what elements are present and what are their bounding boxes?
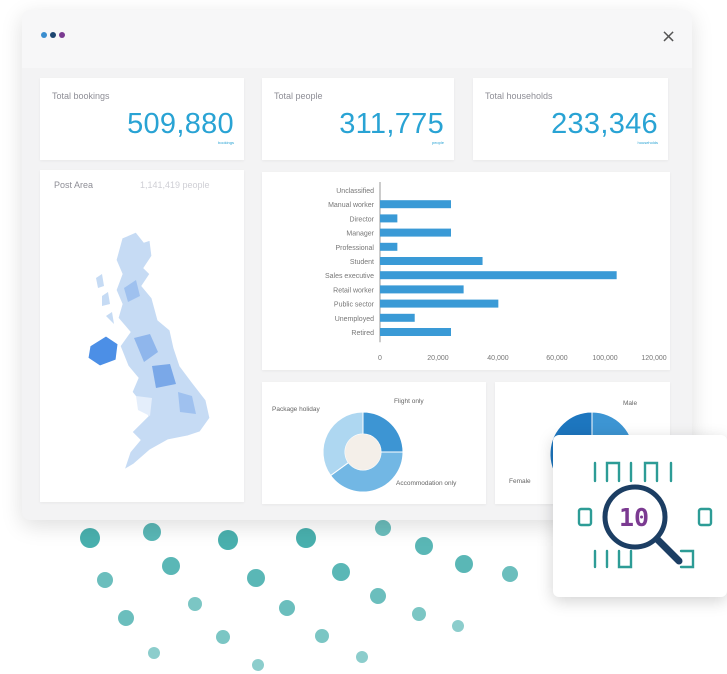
pie-label-package-holiday: Package holiday — [272, 406, 320, 413]
stat-card-people: Total people 311,775 people — [262, 78, 454, 160]
bar — [380, 299, 499, 308]
decor-dot — [415, 537, 433, 555]
decor-dot — [218, 530, 238, 550]
bar — [380, 257, 483, 265]
search-icon-card: 10 — [553, 435, 727, 597]
bar — [380, 200, 451, 209]
pie-label-accommodation-only: Accommodation only — [396, 480, 457, 487]
x-tick-label: 20,000 — [427, 355, 449, 362]
stat-value: 233,346 — [551, 108, 658, 140]
search-digits: 10 — [619, 503, 650, 532]
decor-dot — [247, 569, 265, 587]
window-dot-3[interactable] — [59, 32, 65, 38]
category-label: Unemployed — [335, 316, 374, 323]
holiday-type-chart-card: Package holiday Flight only Accommodatio… — [262, 382, 486, 504]
x-tick-label: 0 — [378, 355, 382, 362]
decor-dot — [118, 610, 134, 626]
decor-dot — [143, 523, 161, 541]
stat-title: Total people — [274, 91, 323, 101]
decor-dot — [356, 651, 368, 663]
map-card: Post Area 1,141,419 people — [40, 170, 244, 502]
decor-dot — [296, 528, 316, 548]
bar — [380, 313, 415, 322]
decor-dot — [162, 557, 180, 575]
decor-dot — [279, 600, 295, 616]
uk-map[interactable] — [40, 170, 244, 502]
stat-card-bookings: Total bookings 509,880 bookings — [40, 78, 244, 160]
close-icon[interactable]: × — [661, 26, 676, 47]
occupation-chart-card: Unclassified Manual worker Director Manager… — [262, 172, 670, 370]
x-tick-label: 40,000 — [487, 355, 509, 362]
decor-dot — [80, 528, 100, 548]
region-highlight-4 — [136, 396, 152, 416]
decor-dot — [97, 572, 113, 588]
decor-dot — [148, 647, 160, 659]
stat-title: Total households — [485, 91, 553, 101]
decor-dot — [502, 566, 518, 582]
category-label: Sales executive — [325, 273, 374, 280]
x-tick-label: 120,000 — [641, 355, 666, 362]
pie-label-female: Female — [509, 478, 531, 485]
stat-value: 509,880 — [127, 108, 234, 140]
category-label: Manager — [346, 231, 374, 238]
great-britain-region — [115, 231, 211, 472]
scottish-isles — [96, 274, 114, 324]
stat-subtitle: people — [431, 140, 444, 145]
bar — [380, 228, 451, 237]
category-label: Director — [349, 216, 374, 223]
category-label: Manual worker — [328, 202, 375, 209]
occupation-bar-chart: Unclassified Manual worker Director Manager… — [325, 182, 667, 362]
pie-label-male: Male — [623, 400, 638, 407]
category-label: Student — [350, 259, 374, 266]
bar — [380, 242, 398, 251]
stat-subtitle: bookings — [217, 140, 234, 145]
decor-dot — [332, 563, 350, 581]
x-tick-label: 60,000 — [546, 355, 568, 362]
pie-label-flight-only: Flight only — [394, 398, 424, 405]
decor-dot — [315, 629, 329, 643]
stat-subtitle: households — [637, 140, 658, 145]
category-label: Retired — [351, 330, 374, 337]
decor-dot — [216, 630, 230, 644]
decor-dot — [455, 555, 473, 573]
stat-title: Total bookings — [52, 91, 110, 101]
category-label: Unclassified — [336, 188, 374, 195]
bar — [380, 285, 464, 294]
bar — [380, 271, 617, 280]
stat-value: 311,775 — [339, 108, 444, 140]
northern-ireland-region — [87, 335, 119, 367]
bar — [380, 214, 398, 223]
decor-dot — [452, 620, 464, 632]
decor-dot — [370, 588, 386, 604]
decor-dot — [188, 597, 202, 611]
window-dot-1[interactable] — [41, 32, 47, 38]
category-label: Professional — [335, 245, 374, 252]
bar — [380, 328, 451, 336]
decor-dot — [252, 659, 264, 671]
x-tick-label: 100,000 — [592, 355, 617, 362]
window-dot-2[interactable] — [50, 32, 56, 38]
category-label: Public sector — [334, 302, 375, 309]
title-bar: × — [22, 10, 692, 68]
decor-dot — [375, 520, 391, 536]
donut-hole — [345, 434, 381, 470]
category-label: Retail worker — [333, 287, 375, 294]
stat-card-households: Total households 233,346 households — [473, 78, 668, 160]
decor-dot — [412, 607, 426, 621]
